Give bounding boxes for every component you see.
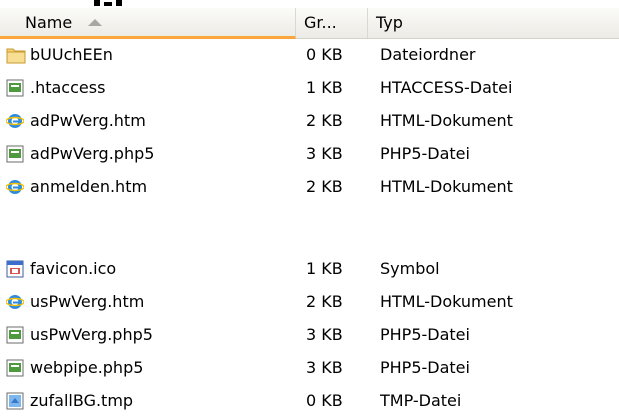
column-header-name-label: Name — [25, 13, 73, 32]
file-type: TMP-Datei — [380, 391, 462, 410]
file-row[interactable]: adPwVerg.php5 3 KB PHP5-Datei — [0, 137, 619, 170]
file-name: bUUchEEn — [30, 45, 113, 64]
ico-file-icon — [6, 260, 24, 278]
generic-file-icon — [6, 326, 24, 344]
file-size: 1 KB — [306, 259, 343, 278]
ie-html-icon — [5, 293, 25, 311]
file-type: HTML-Dokument — [380, 111, 513, 130]
file-name: usPwVerg.htm — [30, 292, 145, 311]
file-type: PHP5-Datei — [380, 144, 470, 163]
generic-file-icon — [6, 79, 24, 97]
file-row[interactable]: webpipe.php5 3 KB PHP5-Datei — [0, 351, 619, 384]
file-type: Dateiordner — [380, 45, 476, 64]
file-type: HTML-Dokument — [380, 292, 513, 311]
file-row[interactable]: adPwVerg.htm 2 KB HTML-Dokument — [0, 104, 619, 137]
generic-file-icon — [6, 359, 24, 377]
generic-file-icon — [6, 145, 24, 163]
file-size: 3 KB — [306, 144, 343, 163]
column-header-type[interactable]: Typ — [368, 8, 619, 38]
file-row[interactable]: bUUchEEn 0 KB Dateiordner — [0, 38, 619, 71]
file-size: 2 KB — [306, 177, 343, 196]
file-name: usPwVerg.php5 — [30, 325, 153, 344]
folder-icon — [6, 46, 26, 64]
file-size: 1 KB — [306, 78, 343, 97]
file-type: PHP5-Datei — [380, 358, 470, 377]
file-size: 2 KB — [306, 292, 343, 311]
file-name: zufallBG.tmp — [30, 391, 134, 410]
clipped-title-fragment — [0, 0, 619, 8]
file-row[interactable]: usPwVerg.htm 2 KB HTML-Dokument — [0, 285, 619, 318]
file-name: adPwVerg.htm — [30, 111, 146, 130]
file-name: favicon.ico — [30, 259, 117, 278]
ie-html-icon — [5, 112, 25, 130]
file-row[interactable]: .htaccess 1 KB HTACCESS-Datei — [0, 71, 619, 104]
ie-html-icon — [5, 178, 25, 196]
file-name: adPwVerg.php5 — [30, 144, 155, 163]
column-header-bar: Name Gr... Typ — [0, 8, 619, 39]
file-row[interactable]: anmelden.htm 2 KB HTML-Dokument — [0, 170, 619, 203]
file-type: PHP5-Datei — [380, 325, 470, 344]
file-row[interactable]: usPwVerg.php5 3 KB PHP5-Datei — [0, 318, 619, 351]
file-name: .htaccess — [30, 78, 106, 97]
file-size: 0 KB — [306, 45, 343, 64]
tmp-file-icon — [6, 392, 24, 410]
column-header-name[interactable]: Name — [0, 8, 296, 39]
file-row[interactable]: favicon.ico 1 KB Symbol — [0, 252, 619, 285]
file-size: 2 KB — [306, 111, 343, 130]
file-size: 3 KB — [306, 325, 343, 344]
file-type: HTML-Dokument — [380, 177, 513, 196]
file-type: HTACCESS-Datei — [380, 78, 513, 97]
file-type: Symbol — [380, 259, 440, 278]
file-row[interactable]: zufallBG.tmp 0 KB TMP-Datei — [0, 384, 619, 417]
sort-ascending-icon — [88, 19, 102, 26]
file-size: 3 KB — [306, 358, 343, 377]
file-size: 0 KB — [306, 391, 343, 410]
column-header-size[interactable]: Gr... — [296, 8, 368, 38]
file-name: webpipe.php5 — [30, 358, 144, 377]
column-header-type-label: Typ — [376, 13, 403, 32]
column-header-size-label: Gr... — [304, 13, 337, 32]
file-name: anmelden.htm — [30, 177, 148, 196]
